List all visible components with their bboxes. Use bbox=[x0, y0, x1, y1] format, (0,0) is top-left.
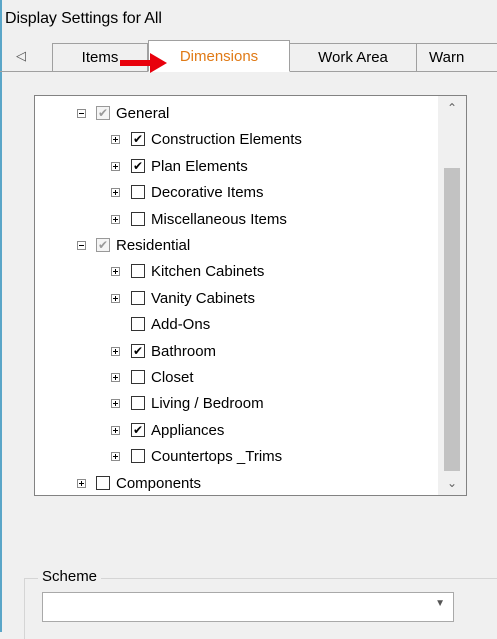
tree-item-label: Living / Bedroom bbox=[151, 395, 264, 413]
tree-item-label: Plan Elements bbox=[151, 157, 248, 175]
tree-item-label: Residential bbox=[116, 237, 191, 254]
tree-item-label: Components bbox=[116, 474, 202, 492]
expand-plus-icon[interactable] bbox=[111, 188, 120, 198]
checkbox[interactable] bbox=[131, 343, 145, 358]
tree-item[interactable]: Kitchen Cabinets bbox=[35, 259, 435, 285]
expand-plus-icon[interactable] bbox=[111, 161, 120, 171]
checkbox[interactable] bbox=[131, 211, 145, 226]
expand-plus-icon[interactable] bbox=[111, 214, 120, 224]
expand-plus-icon[interactable] bbox=[77, 478, 86, 488]
tree-item-label: Countertops _Trims bbox=[151, 448, 283, 466]
vertical-scrollbar[interactable]: ⌃ ⌄ bbox=[438, 96, 466, 495]
checkbox[interactable] bbox=[96, 475, 110, 490]
scheme-dropdown[interactable]: ▼ bbox=[42, 592, 454, 622]
checkbox[interactable] bbox=[131, 158, 145, 173]
checkbox[interactable] bbox=[131, 185, 145, 200]
expand-plus-icon[interactable] bbox=[111, 293, 120, 303]
tree-item[interactable]: Closet bbox=[35, 365, 435, 391]
tree-item[interactable]: Add-Ons bbox=[35, 312, 435, 338]
tree-item-label: Construction Elements bbox=[151, 131, 302, 149]
tree-item-label: Decorative Items bbox=[151, 184, 264, 202]
scheme-label: Scheme bbox=[38, 568, 102, 585]
expand-plus-icon[interactable] bbox=[111, 135, 120, 145]
tree-item-label: Kitchen Cabinets bbox=[151, 263, 265, 281]
expand-plus-icon[interactable] bbox=[111, 346, 120, 356]
tree-item[interactable]: Residential bbox=[35, 233, 435, 259]
tree-item[interactable]: General bbox=[35, 101, 435, 127]
tree-item-label: Closet bbox=[151, 369, 194, 386]
tree-item[interactable]: Countertops _Trims bbox=[35, 444, 435, 470]
display-settings-tree[interactable]: General Construction Elements Plan Element… bbox=[34, 95, 467, 496]
tab-scroll-left-icon[interactable]: ◁ bbox=[16, 48, 26, 64]
expand-plus-icon[interactable] bbox=[111, 452, 120, 462]
scrollbar-thumb[interactable] bbox=[444, 168, 460, 471]
window-edge bbox=[0, 0, 2, 632]
tree-item[interactable]: Miscellaneous Items bbox=[35, 207, 435, 233]
tab-work-area[interactable]: Work Area bbox=[289, 43, 417, 71]
collapse-minus-icon[interactable] bbox=[77, 109, 86, 118]
tab-warn[interactable]: Warn bbox=[416, 43, 497, 71]
expand-plus-icon[interactable] bbox=[111, 425, 120, 435]
tree-item-label: Appliances bbox=[151, 421, 225, 439]
tree-item-label: Miscellaneous Items bbox=[151, 210, 287, 228]
scroll-down-icon[interactable]: ⌄ bbox=[438, 471, 466, 495]
expand-plus-icon[interactable] bbox=[111, 373, 120, 382]
dialog-title: Display Settings for All bbox=[5, 10, 162, 27]
tree-item[interactable]: Construction Elements bbox=[35, 127, 435, 153]
checkbox[interactable] bbox=[131, 370, 145, 384]
tree-item-label: Vanity Cabinets bbox=[151, 289, 255, 307]
checkbox[interactable] bbox=[131, 132, 145, 147]
tab-dimensions[interactable]: Dimensions bbox=[148, 40, 290, 72]
checkbox[interactable] bbox=[96, 106, 110, 120]
expand-plus-icon[interactable] bbox=[111, 399, 120, 409]
tree-item[interactable]: Living / Bedroom bbox=[35, 391, 435, 417]
collapse-minus-icon[interactable] bbox=[77, 241, 86, 250]
checkbox[interactable] bbox=[131, 449, 145, 464]
dropdown-arrow-icon[interactable]: ▼ bbox=[435, 598, 445, 609]
tree-item[interactable]: Bathroom bbox=[35, 339, 435, 365]
scroll-up-icon[interactable]: ⌃ bbox=[438, 96, 466, 120]
tree-item-label: General bbox=[116, 105, 170, 122]
checkbox[interactable] bbox=[131, 422, 145, 437]
red-arrow-annotation bbox=[120, 53, 167, 73]
tree-item[interactable]: Vanity Cabinets bbox=[35, 286, 435, 312]
expand-plus-icon[interactable] bbox=[111, 267, 120, 277]
checkbox[interactable] bbox=[131, 396, 145, 411]
tree-item[interactable]: Appliances bbox=[35, 418, 435, 444]
checkbox[interactable] bbox=[131, 317, 145, 332]
checkbox[interactable] bbox=[131, 264, 145, 279]
tree-item-label: Bathroom bbox=[151, 342, 217, 360]
checkbox[interactable] bbox=[131, 290, 145, 305]
tree-item[interactable]: Components bbox=[35, 471, 435, 497]
tree-item[interactable]: Plan Elements bbox=[35, 154, 435, 180]
tree-item-label: Add-Ons bbox=[151, 316, 211, 334]
tree-item[interactable]: Decorative Items bbox=[35, 180, 435, 206]
tree-list: General Construction Elements Plan Element… bbox=[35, 96, 438, 495]
checkbox[interactable] bbox=[96, 238, 110, 252]
